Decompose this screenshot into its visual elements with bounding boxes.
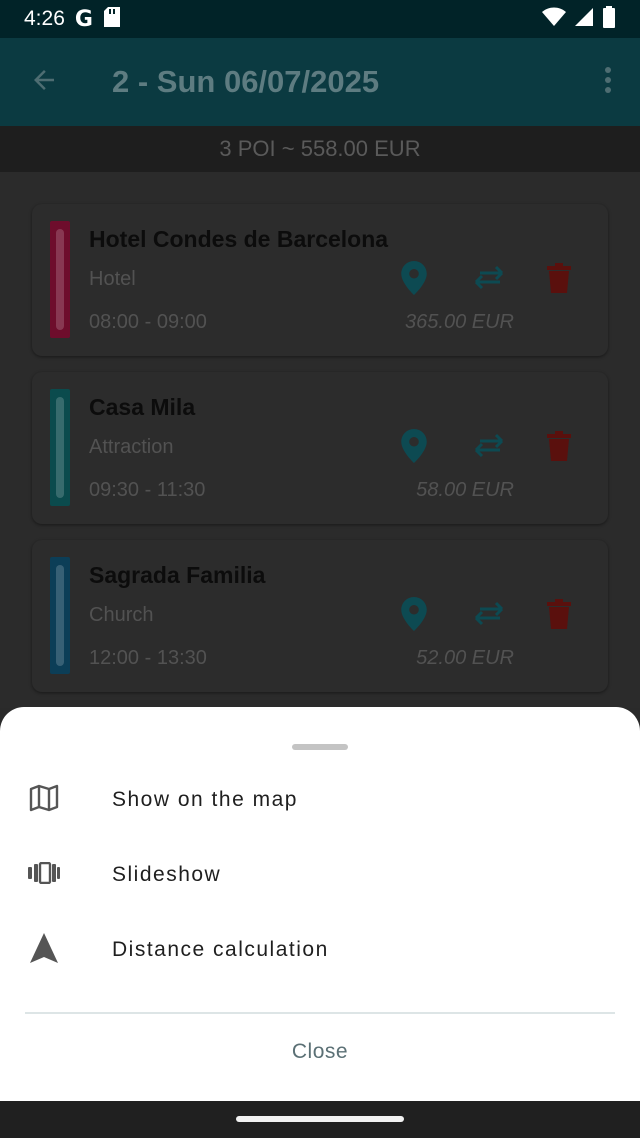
navigation-arrow-icon — [30, 932, 58, 968]
bottom-sheet: Show on the map Slideshow Distance calcu… — [0, 707, 640, 1101]
poi-card[interactable]: Sagrada Familia Church 12:00 - 13:30 52.… — [32, 540, 608, 692]
map-icon — [29, 784, 59, 817]
sheet-divider — [25, 1012, 615, 1014]
poi-name: Sagrada Familia — [89, 562, 266, 588]
poi-card[interactable]: Casa Mila Attraction 09:30 - 11:30 58.00… — [32, 372, 608, 524]
menu-item-label: Slideshow — [112, 863, 222, 886]
poi-price: 58.00 EUR — [416, 479, 514, 501]
swap-arrows-icon — [472, 601, 506, 632]
swap-button[interactable] — [469, 428, 509, 468]
poi-color-bar — [50, 221, 70, 338]
back-button[interactable] — [0, 38, 88, 126]
poi-type: Church — [89, 604, 154, 626]
location-pin-icon — [401, 260, 427, 300]
swap-button[interactable] — [469, 260, 509, 300]
locate-button[interactable] — [394, 428, 434, 468]
status-time: 4:26 — [24, 7, 65, 30]
swap-arrows-icon — [472, 433, 506, 464]
poi-name: Hotel Condes de Barcelona — [89, 226, 389, 252]
poi-price: 365.00 EUR — [405, 311, 514, 333]
status-bar: 4:26 G — [0, 0, 640, 38]
day-summary: 3 POI ~ 558.00 EUR — [0, 126, 640, 172]
location-pin-icon — [401, 596, 427, 636]
delete-button[interactable] — [539, 428, 579, 468]
poi-list: Hotel Condes de Barcelona Hotel 08:00 - … — [0, 172, 640, 708]
arrow-back-icon — [29, 65, 59, 100]
drag-handle[interactable] — [292, 744, 348, 750]
home-gesture-pill[interactable] — [236, 1116, 404, 1122]
trash-icon — [547, 598, 571, 634]
sd-card-icon — [103, 6, 121, 33]
overflow-menu-button[interactable] — [576, 38, 640, 126]
poi-type: Hotel — [89, 268, 136, 290]
wifi-icon — [542, 7, 566, 32]
delete-button[interactable] — [539, 260, 579, 300]
poi-time: 08:00 - 09:00 — [89, 311, 207, 333]
swap-button[interactable] — [469, 596, 509, 636]
app-bar: 2 - Sun 06/07/2025 — [0, 38, 640, 126]
more-vert-icon — [604, 66, 612, 99]
delete-button[interactable] — [539, 596, 579, 636]
poi-color-bar — [50, 557, 70, 674]
swap-arrows-icon — [472, 265, 506, 296]
trash-icon — [547, 262, 571, 298]
locate-button[interactable] — [394, 260, 434, 300]
system-nav-bar — [0, 1101, 640, 1138]
page-title: 2 - Sun 06/07/2025 — [112, 64, 380, 99]
menu-item-distance-calculation[interactable]: Distance calculation — [0, 915, 640, 985]
poi-price: 52.00 EUR — [416, 647, 514, 669]
poi-name: Casa Mila — [89, 394, 196, 420]
poi-time: 12:00 - 13:30 — [89, 647, 207, 669]
menu-item-label: Show on the map — [112, 788, 298, 811]
google-icon: G — [74, 6, 93, 32]
locate-button[interactable] — [394, 596, 434, 636]
slideshow-icon — [28, 861, 60, 889]
poi-time: 09:30 - 11:30 — [89, 479, 206, 501]
close-button[interactable]: Close — [0, 1027, 640, 1077]
poi-card[interactable]: Hotel Condes de Barcelona Hotel 08:00 - … — [32, 204, 608, 356]
menu-item-label: Distance calculation — [112, 938, 329, 961]
location-pin-icon — [401, 428, 427, 468]
menu-item-show-on-map[interactable]: Show on the map — [0, 765, 640, 835]
poi-type: Attraction — [89, 436, 174, 458]
signal-icon — [574, 7, 594, 32]
poi-color-bar — [50, 389, 70, 506]
trash-icon — [547, 430, 571, 466]
battery-icon — [602, 5, 616, 33]
menu-item-slideshow[interactable]: Slideshow — [0, 840, 640, 910]
